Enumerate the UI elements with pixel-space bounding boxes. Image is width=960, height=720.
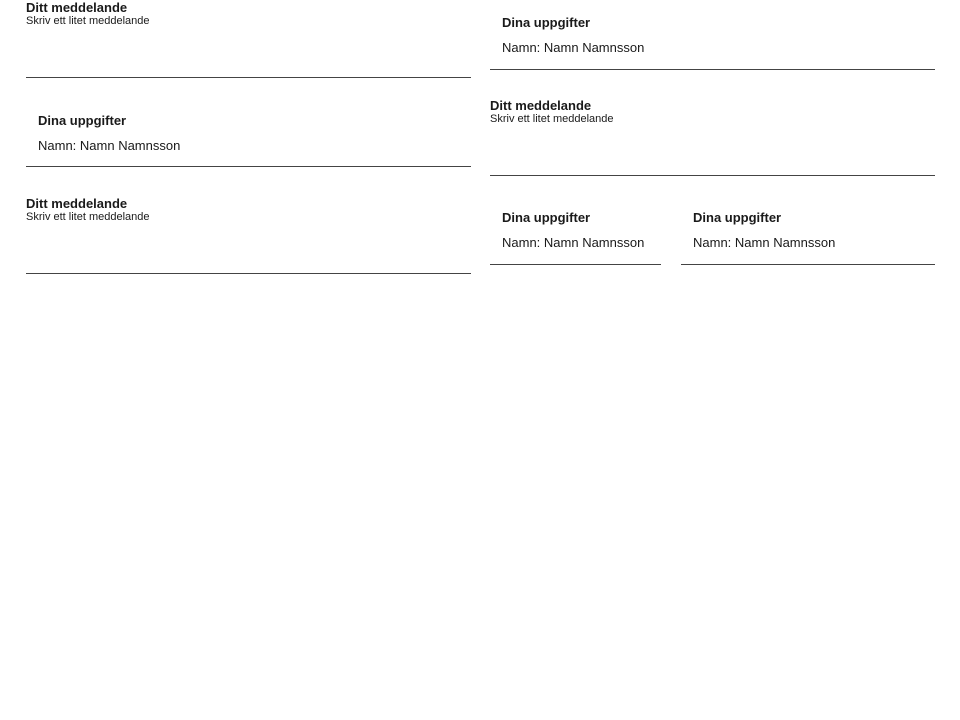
details-name-value: Namn: Namn Namnsson — [693, 235, 836, 250]
details-title: Dina uppgifter — [502, 210, 591, 225]
details-block: Dina uppgifter Namn: Namn Namnsson — [26, 105, 471, 167]
details-name-value: Namn: Namn Namnsson — [502, 40, 645, 55]
message-input[interactable] — [26, 224, 471, 254]
message-hint: Skriv ett litet meddelande — [490, 113, 614, 125]
message-block: Ditt meddelande Skriv ett litet meddelan… — [26, 0, 471, 78]
message-input[interactable] — [26, 28, 471, 58]
message-block: Ditt meddelande Skriv ett litet meddelan… — [26, 196, 471, 274]
details-title: Dina uppgifter — [38, 113, 127, 128]
details-block: Dina uppgifter Namn: Namn Namnsson — [490, 7, 935, 70]
message-hint: Skriv ett litet meddelande — [26, 15, 150, 27]
message-block: Ditt meddelande Skriv ett litet meddelan… — [490, 98, 935, 176]
details-block: Dina uppgifter Namn: Namn Namnsson — [681, 202, 935, 265]
message-input[interactable] — [490, 126, 935, 156]
details-name-value: Namn: Namn Namnsson — [502, 235, 645, 250]
message-title: Ditt meddelande — [26, 0, 128, 15]
details-block: Dina uppgifter Namn: Namn Namnsson — [490, 202, 661, 265]
details-title: Dina uppgifter — [693, 210, 782, 225]
details-name-value: Namn: Namn Namnsson — [38, 138, 181, 153]
message-title: Ditt meddelande — [490, 98, 592, 113]
details-title: Dina uppgifter — [502, 15, 591, 30]
form-page: Ditt meddelande Skriv ett litet meddelan… — [0, 0, 960, 720]
message-title: Ditt meddelande — [26, 196, 128, 211]
message-hint: Skriv ett litet meddelande — [26, 211, 150, 223]
